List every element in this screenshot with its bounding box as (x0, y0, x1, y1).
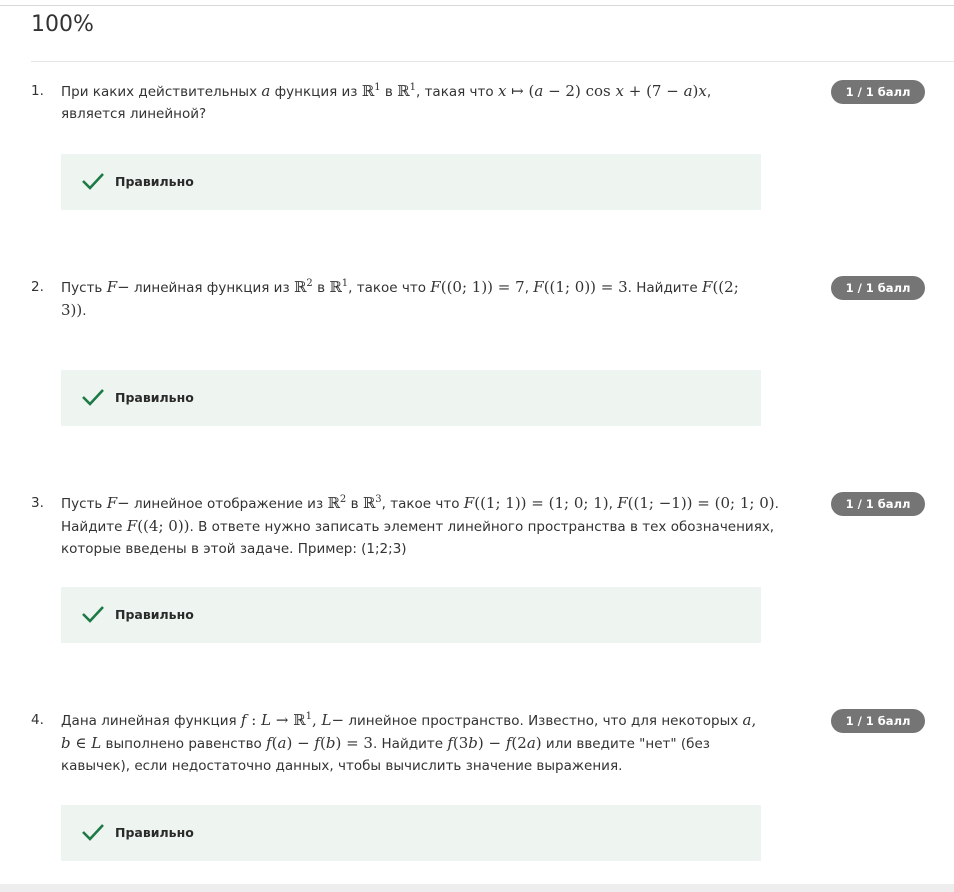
feedback-label: Правильно (115, 825, 194, 840)
question-number: 4. (31, 712, 44, 728)
feedback-correct-2: Правильно (61, 370, 761, 426)
points-badge: 1 / 1 балл (831, 80, 925, 104)
top-divider (0, 5, 954, 6)
feedback-correct-4: Правильно (61, 805, 761, 861)
feedback-label: Правильно (115, 390, 194, 405)
bottom-bar (0, 884, 954, 892)
grade-score: 100% (31, 12, 94, 37)
question-number: 1. (31, 83, 44, 99)
question-text: При каких действительных a функция из ℝ1… (61, 82, 712, 122)
checkmark-icon (82, 389, 104, 406)
checkmark-icon (82, 173, 104, 190)
points-badge: 1 / 1 балл (831, 709, 925, 733)
feedback-label: Правильно (115, 174, 194, 189)
feedback-label: Правильно (115, 607, 194, 622)
feedback-correct-1: Правильно (61, 154, 761, 210)
points-badge: 1 / 1 балл (831, 492, 925, 516)
question-number: 2. (31, 279, 44, 295)
checkmark-icon (82, 606, 104, 623)
points-badge: 1 / 1 балл (831, 276, 925, 300)
score-divider (31, 61, 954, 62)
checkmark-icon (82, 824, 104, 841)
question-text: Пусть F− линейное отображение из ℝ2 в ℝ3… (61, 494, 779, 557)
question-number: 3. (31, 495, 44, 511)
question-text: Дана линейная функция f : L → ℝ1, L− лин… (61, 711, 757, 774)
feedback-correct-3: Правильно (61, 587, 761, 643)
question-text: Пусть F− линейная функция из ℝ2 в ℝ1, та… (61, 278, 739, 319)
